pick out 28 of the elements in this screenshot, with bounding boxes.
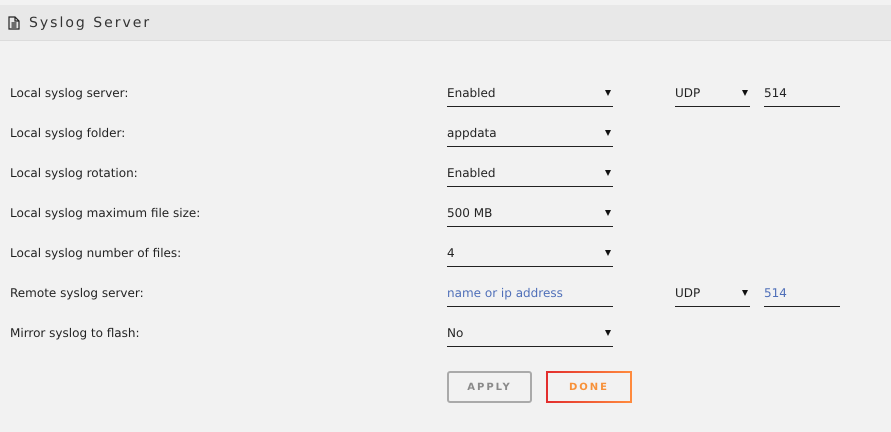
dropdown[interactable]: UDP	[675, 81, 750, 107]
dropdown[interactable]: appdata	[447, 121, 613, 147]
caret-icon	[605, 130, 611, 136]
dropdown[interactable]: 500 MB	[447, 201, 613, 227]
input-field[interactable]: 514	[764, 81, 840, 107]
caret-icon	[742, 90, 748, 96]
field-label: Local syslog maximum file size:	[9, 206, 202, 222]
field-label: Local syslog server:	[9, 86, 130, 102]
document-icon	[8, 16, 20, 30]
caret-icon	[605, 170, 611, 176]
input-field[interactable]: name or ip address	[447, 281, 613, 307]
dropdown[interactable]: Enabled	[447, 161, 613, 187]
field-label: Remote syslog server:	[9, 286, 145, 302]
caret-icon	[605, 210, 611, 216]
field-label: Local syslog rotation:	[9, 166, 139, 182]
field-label: Mirror syslog to flash:	[9, 326, 141, 342]
panel-title: Syslog Server	[29, 14, 152, 30]
dropdown[interactable]: UDP	[675, 281, 750, 307]
caret-icon	[605, 250, 611, 256]
input-field[interactable]: 514	[764, 281, 840, 307]
caret-icon	[605, 330, 611, 336]
caret-icon	[605, 90, 611, 96]
dropdown[interactable]: Enabled	[447, 81, 613, 107]
caret-icon	[742, 290, 748, 296]
field-label: Local syslog folder:	[9, 126, 126, 142]
dropdown[interactable]: 4	[447, 241, 613, 267]
field-label: Local syslog number of files:	[9, 246, 182, 262]
dropdown[interactable]: No	[447, 321, 613, 347]
